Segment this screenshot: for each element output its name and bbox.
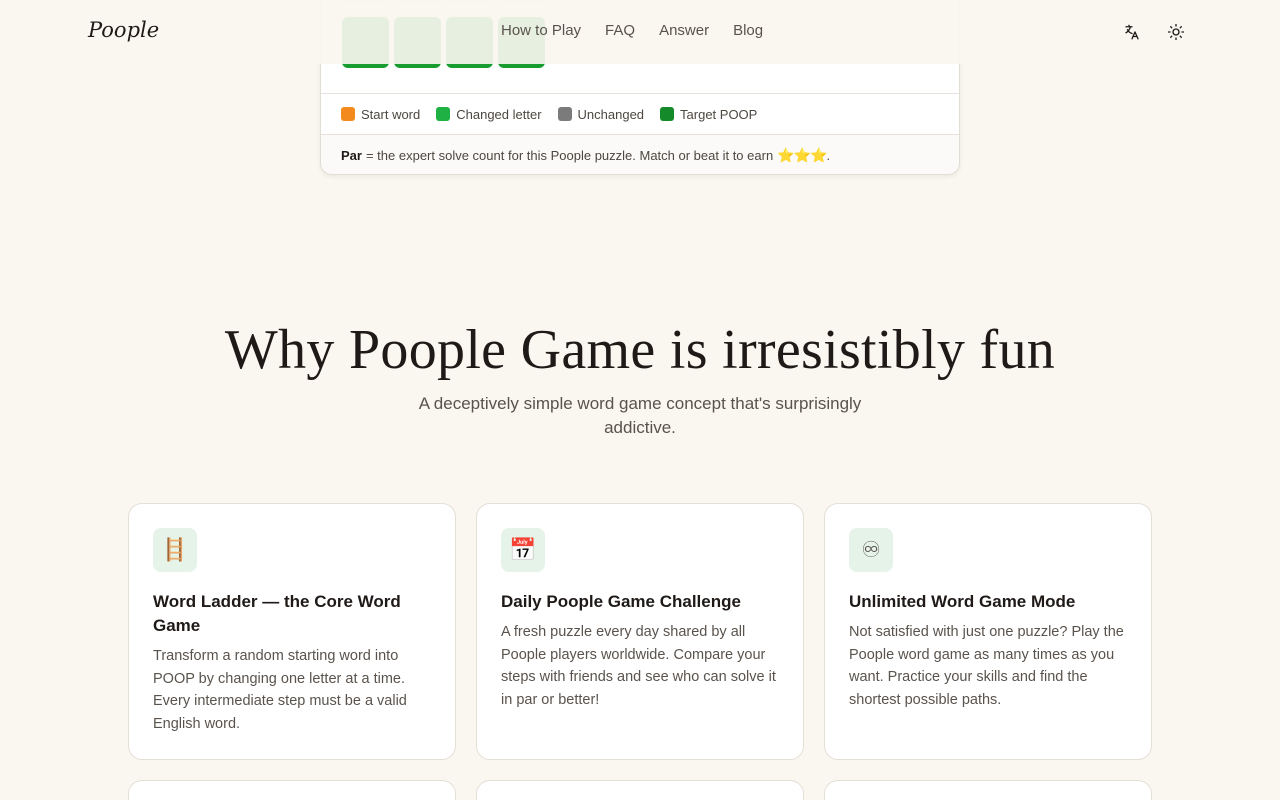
- feature-description: Transform a random starting word into PO…: [153, 648, 407, 732]
- legend-swatch: [557, 107, 572, 121]
- legend-start-word: Start word: [341, 107, 420, 122]
- par-end: .: [826, 148, 831, 163]
- ladder-icon: 🪜: [153, 528, 197, 572]
- legend-swatch: [436, 107, 451, 121]
- feature-card-word-ladder: 🪜 Word Ladder — the Core Word Game Trans…: [128, 503, 456, 760]
- nav-faq[interactable]: FAQ: [605, 22, 635, 39]
- nav-blog[interactable]: Blog: [733, 22, 763, 39]
- legend-swatch: [341, 107, 355, 121]
- calendar-icon: 📅: [501, 528, 545, 572]
- par-label: Par: [341, 148, 362, 163]
- site-header: Poople How to Play FAQ Answer Blog: [0, 0, 1280, 64]
- legend-label: Target POOP: [680, 106, 758, 122]
- par-explanation: Par = the expert solve count for this Po…: [321, 135, 959, 174]
- legend-swatch: [660, 107, 675, 121]
- legend-label: Start word: [361, 106, 421, 122]
- section-subtitle: A deceptively simple word game concept t…: [418, 394, 862, 437]
- feature-card-daily-challenge: 📅 Daily Poople Game Challenge A fresh pu…: [476, 503, 804, 760]
- theme-toggle-sun-icon[interactable]: [1164, 20, 1188, 44]
- feature-card: [824, 780, 1152, 800]
- infinity-icon: ♾: [849, 528, 893, 572]
- feature-title: Unlimited Word Game Mode: [849, 592, 1076, 611]
- nav-how-to-play[interactable]: How to Play: [501, 22, 581, 39]
- legend-label: Unchanged: [577, 106, 645, 122]
- legend-label: Changed letter: [456, 106, 542, 122]
- color-legend: Start word Changed letter Unchanged Targ…: [321, 93, 959, 135]
- legend-unchanged: Unchanged: [557, 106, 645, 122]
- feature-description: Not satisfied with just one puzzle? Play…: [849, 624, 1124, 708]
- par-text: = the expert solve count for this Poople…: [365, 148, 774, 163]
- logo[interactable]: Poople: [88, 18, 159, 42]
- feature-card: [476, 780, 804, 800]
- feature-card: [128, 780, 456, 800]
- section-title: Why Poople Game is irresistibly fun: [224, 319, 1056, 381]
- legend-changed-letter: Changed letter: [436, 106, 542, 122]
- feature-title: Daily Poople Game Challenge: [501, 592, 741, 611]
- legend-target: Target POOP: [660, 107, 757, 122]
- feature-description: A fresh puzzle every day shared by all P…: [501, 624, 776, 708]
- feature-title: Word Ladder — the Core Word Game: [153, 592, 401, 635]
- star-rating-icon: ⭐⭐⭐: [777, 147, 827, 163]
- feature-card-unlimited-mode: ♾ Unlimited Word Game Mode Not satisfied…: [824, 503, 1152, 760]
- language-icon[interactable]: [1120, 20, 1144, 44]
- nav-answer[interactable]: Answer: [659, 22, 709, 39]
- main-nav: How to Play FAQ Answer Blog: [501, 22, 763, 39]
